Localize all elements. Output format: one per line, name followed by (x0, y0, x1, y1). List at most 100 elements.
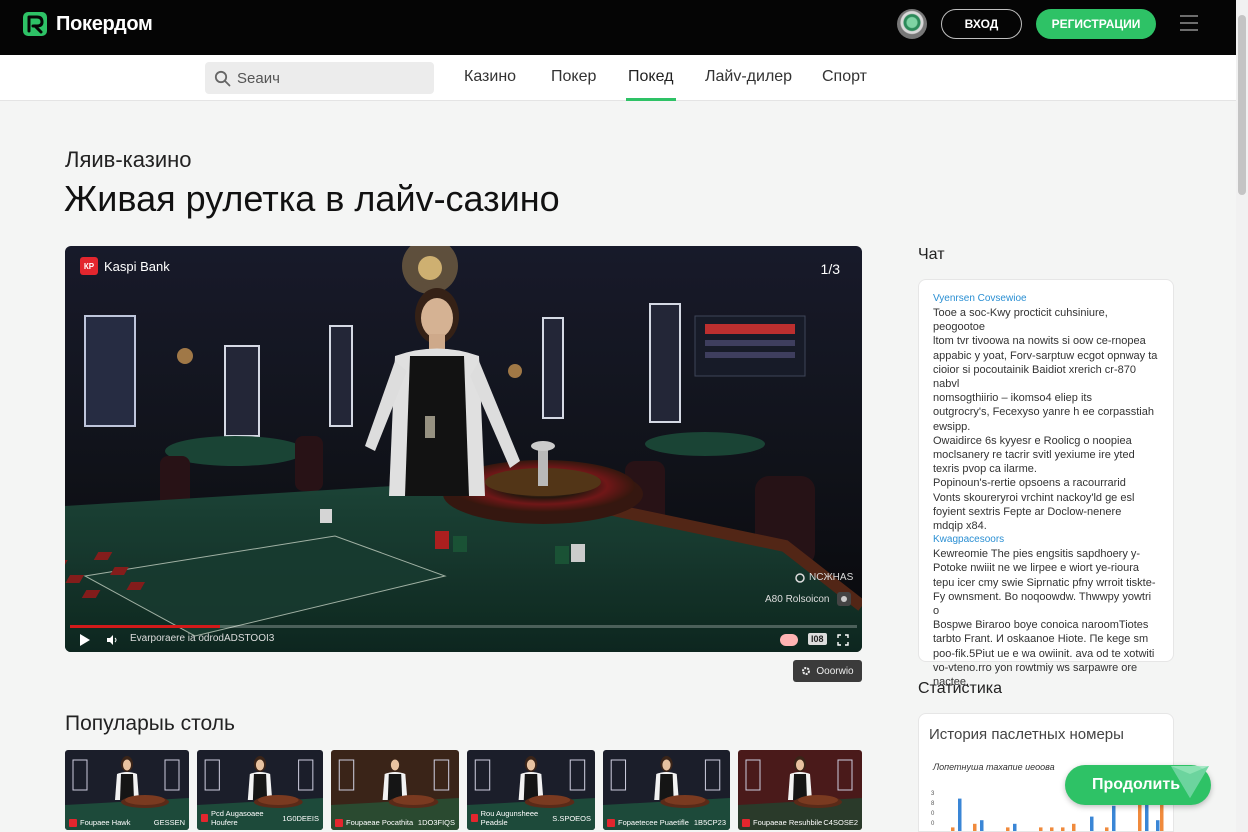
history-bar (1145, 802, 1149, 831)
nav-item-casino[interactable]: Казино (464, 68, 516, 86)
play-icon[interactable] (79, 633, 91, 647)
history-bar (1105, 827, 1109, 831)
video-tag-bottom[interactable]: A80 Rolsoicon (765, 592, 852, 606)
brand-mark-icon (23, 12, 47, 36)
table-thumbnail[interactable]: Pcd Augasoaee Houfere 1G0DEEIS (197, 750, 323, 830)
roulette-dealer-scene (65, 246, 862, 652)
chat-message-line: texris pvop ca ilarme. (933, 463, 1037, 476)
search-icon (214, 70, 231, 86)
chat-message-line: Bospwe Biraroo boye conoica naroomTiotes (933, 619, 1149, 632)
chat-message-line: tepu icer cmy swie Siprnatic pfny wrroit… (933, 576, 1156, 589)
history-bar (1156, 820, 1160, 831)
chat-message-line: nomsogthiirio – ikomso4 eliep its (933, 392, 1092, 405)
history-bar (1006, 827, 1010, 831)
chat-message-line: Vonts skoureryroi vrchint nackoy'ld ge e… (933, 491, 1135, 504)
chat-message-line: Popinoun's-rertie opsoens a racourrarid (933, 477, 1126, 490)
history-bar (958, 798, 962, 831)
search-input[interactable]: Seaич (205, 62, 434, 94)
page-title: Живая рулетка в лайv-сазино (64, 178, 560, 219)
history-bar (1112, 805, 1116, 831)
video-settings-button[interactable]: Ooorwio (793, 660, 862, 682)
stats-title: Статистика (918, 680, 1003, 697)
table-thumbnail[interactable]: Fopaetecee Puaetifle 1B5CP23 (603, 750, 730, 830)
table-name: Foupaee Hawk (80, 818, 131, 827)
table-tag: S.SPOEOS (552, 813, 591, 823)
history-bar (1050, 827, 1054, 831)
chip-icon (795, 572, 805, 583)
popular-tables-title: Популарыь столь (65, 712, 235, 735)
table-name: Foupaeae Resuhbile (753, 818, 823, 827)
table-thumbnail[interactable]: Foupaeae Resuhbile C4SOSE2 (738, 750, 862, 830)
fullscreen-icon[interactable] (837, 634, 849, 646)
chat-message-line: poo-fik.5Piut ue e wa owiinit. ava od te… (933, 647, 1155, 660)
video-tag-top[interactable]: NCЖHAS (795, 572, 853, 583)
chat-title: Чат (918, 246, 945, 263)
video-progress-fill (70, 625, 220, 628)
chat-message-line: moclsanery re tacrir svitl yexiume ire y… (933, 449, 1135, 462)
search-placeholder: Seaич (237, 69, 280, 87)
history-bar (1013, 823, 1017, 831)
scrollbar-thumb[interactable] (1238, 15, 1246, 195)
nav-item-live-dealer[interactable]: Лайv-дилер (705, 68, 792, 86)
chat-message-line: Tooe a soc-Kwy procticit cuhsiniure, peo… (933, 307, 1108, 334)
stats-heading: История паслетных номеры (929, 726, 1124, 743)
video-tag-top-label: NCЖHAS (809, 572, 854, 583)
stats-subheading: Лопетнушa тахапие иеоова (933, 762, 1055, 772)
table-tag: 1DO3FIQS (417, 818, 455, 827)
casino-chip-icon[interactable] (897, 9, 927, 39)
menu-icon[interactable] (1180, 15, 1198, 31)
table-tag: C4SOSE2 (823, 818, 858, 827)
history-bar (1090, 816, 1094, 831)
chat-username: Vyenrsen Covsewioe (933, 293, 1027, 304)
table-thumbnail[interactable]: Foupaeae Pocathita 1DO3FIQS (331, 750, 459, 830)
chat-username: Kwagpacesoors (933, 534, 1005, 546)
login-button[interactable]: ВХОД (941, 9, 1022, 39)
register-button[interactable]: РЕГИСТРАЦИИ (1036, 9, 1156, 39)
quality-badge[interactable]: l08 (808, 633, 827, 645)
table-name: Fopaetecee Puaetifle (618, 818, 689, 827)
page-kicker: Ляив-казино (65, 147, 192, 172)
nav-item-active[interactable]: Покед (628, 68, 673, 86)
chat-panel[interactable]: Vyenrsen Covsewioe Tooe a soc-Kwy proctic… (918, 279, 1174, 688)
y-tick-label: 8 (931, 801, 935, 807)
bank-name: Kaspi Bank (104, 258, 170, 274)
gem-icon (1171, 766, 1209, 798)
video-settings-label: Ooorwio (816, 665, 854, 677)
history-bar (951, 827, 955, 831)
volume-icon[interactable] (106, 634, 118, 646)
y-tick-label: 3 (931, 791, 935, 797)
chat-message-line: Fy ownsment. Bo noqoowdw. Thwwpy yowtri … (933, 590, 1152, 618)
live-video-player[interactable]: КР Kaspi Bank 1/3 NCЖHAS A80 Rolsoicon E… (65, 246, 862, 652)
video-track-title: Evarporaere ia odrodADSTOOI3 (130, 633, 275, 644)
table-thumbnail[interactable]: Foupaee Hawk GESSEN (65, 750, 189, 830)
history-bar (1138, 802, 1142, 831)
nav-item-poker[interactable]: Покер (551, 68, 596, 86)
history-bar (1039, 827, 1043, 831)
video-controls: Evarporaere ia odrodADSTOOI3 l08 (65, 630, 862, 652)
history-bar (1072, 823, 1076, 831)
chat-message-line: appabic y yoat, Forv-sarptuw ecgot opnwa… (933, 349, 1158, 362)
chat-message-line: vo-vteno.rro yon rowtmiy ws sarpawre ore (933, 661, 1138, 674)
chat-message-line: Potoke nwiiit ne we lirpee e wiort ye-ri… (933, 562, 1140, 575)
chat-message-line: ltom tvr tivoowa na nowits si oow ce-rno… (933, 335, 1146, 348)
chat-message-line: outgrocry's, Fecexyso yanre h ee corpass… (933, 406, 1154, 419)
table-name: Pcd Augasoaee Houfere (211, 809, 264, 827)
bank-logo-icon: КР (80, 257, 98, 275)
video-tag-bottom-label: A80 Rolsoicon (765, 593, 830, 605)
history-bar (980, 820, 984, 831)
bank-sponsor-badge[interactable]: КР Kaspi Bank (80, 257, 170, 275)
page-scrollbar[interactable] (1236, 0, 1248, 832)
brand-logo[interactable]: Покердом (22, 11, 153, 37)
chat-message-line: foyient sextris Fepte ar Doclow-nenere (933, 505, 1122, 518)
y-tick-label: 0 (931, 811, 935, 817)
nav-item-sport[interactable]: Спорт (822, 68, 867, 86)
history-bar (973, 823, 977, 831)
cards-icon[interactable] (780, 634, 798, 646)
nav-bar: Seaич Казино Покер Покед Лайv-дилер Спор… (0, 55, 1236, 101)
chat-message-line: Owaidirce 6s kyyesr e Roolicg o noopiea (933, 434, 1132, 447)
slide-counter: 1/3 (820, 261, 840, 277)
history-bar (1061, 827, 1065, 831)
video-progress-bar[interactable] (70, 625, 857, 628)
table-tag: 1G0DEEIS (282, 813, 319, 823)
table-thumbnail[interactable]: Rou Augunsheee Peadsle S.SPOEOS (467, 750, 595, 830)
